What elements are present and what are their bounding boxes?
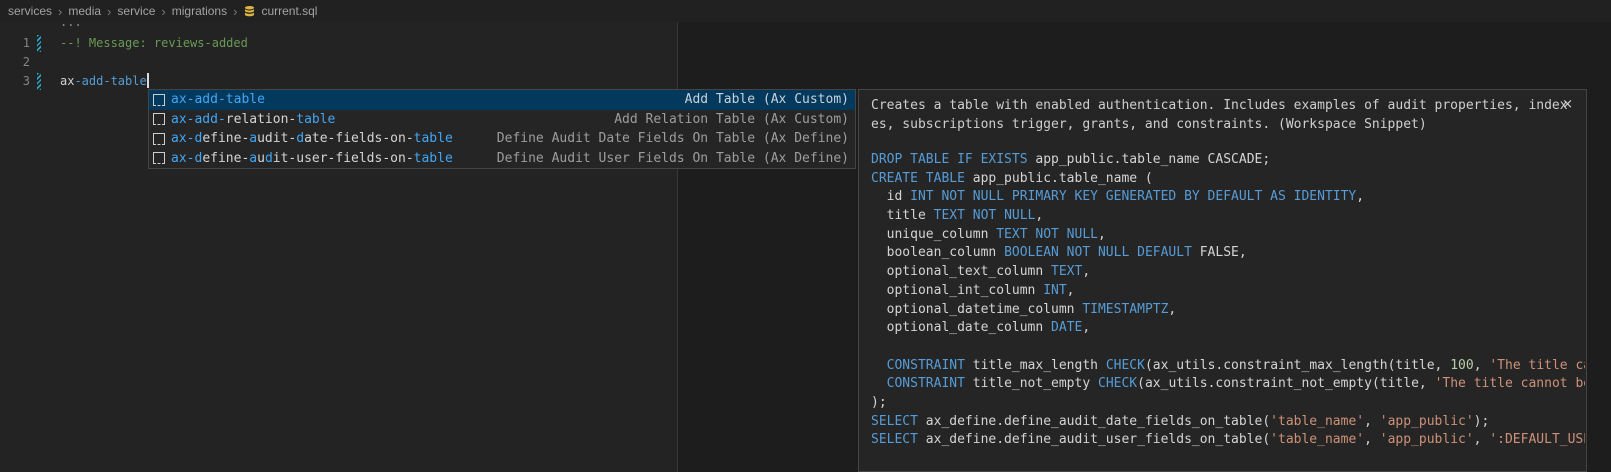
suggest-item-label: ax-add-table <box>171 92 265 107</box>
database-icon <box>243 5 256 18</box>
snippet-icon <box>153 152 165 164</box>
breadcrumb-item[interactable]: service <box>117 4 155 18</box>
code-line: optional_int_column INT, <box>871 282 1585 301</box>
code-line: CONSTRAINT title_not_empty CHECK(ax_util… <box>871 375 1585 394</box>
code-line: DROP TABLE IF EXISTS app_public.table_na… <box>871 151 1585 170</box>
code-line: optional_date_column DATE, <box>871 319 1585 338</box>
breadcrumb-file[interactable]: current.sql <box>243 4 317 18</box>
line-content: ax-add-table <box>60 72 149 91</box>
snippet-description: Creates a table with enabled authenticat… <box>871 97 1571 134</box>
editor-line[interactable]: 1 --! Message: reviews-added <box>0 34 670 53</box>
chevron-right-icon: › <box>233 5 237 18</box>
suggest-item-detail: Define Audit User Fields On Table (Ax De… <box>497 151 849 166</box>
breadcrumb-item[interactable]: services <box>8 4 52 18</box>
editor-line[interactable]: 2 <box>0 53 670 72</box>
suggest-item[interactable]: ax-define-audit-user-fields-on-table Defi… <box>149 149 855 169</box>
snippet-icon <box>153 133 165 145</box>
suggest-item-detail: Add Relation Table (Ax Custom) <box>614 112 849 127</box>
breadcrumb-item[interactable]: media <box>68 4 101 18</box>
snippet-icon <box>153 113 165 125</box>
suggest-item-detail: Define Audit Date Fields On Table (Ax De… <box>497 131 849 146</box>
suggest-item-label: ax-add-relation-table <box>171 112 335 127</box>
modified-gutter-indicator <box>37 73 41 90</box>
vscode-editor-window: services › media › service › migrations › curren… <box>0 0 1611 472</box>
close-icon[interactable]: × <box>1562 98 1573 111</box>
breadcrumb: services › media › service › migrations › curren… <box>0 0 1611 22</box>
line-number: 3 <box>0 72 30 91</box>
chevron-right-icon: › <box>107 5 111 18</box>
code-line: id INT NOT NULL PRIMARY KEY GENERATED BY… <box>871 188 1585 207</box>
code-line: optional_text_column TEXT, <box>871 263 1585 282</box>
code-line: SELECT ax_define.define_audit_date_field… <box>871 413 1585 432</box>
breadcrumb-item[interactable]: migrations <box>172 4 227 18</box>
suggest-item[interactable]: ax-add-relation-table Add Relation Table … <box>149 110 855 130</box>
suggest-item-detail: Add Table (Ax Custom) <box>685 92 849 107</box>
code-line: unique_column TEXT NOT NULL, <box>871 226 1585 245</box>
code-line: boolean_column BOOLEAN NOT NULL DEFAULT … <box>871 244 1585 263</box>
snippet-code-preview: DROP TABLE IF EXISTS app_public.table_na… <box>871 151 1585 450</box>
code-line: optional_datetime_column TIMESTAMPTZ, <box>871 301 1585 320</box>
line-content: --! Message: reviews-added <box>60 34 248 53</box>
code-line <box>871 338 1585 357</box>
snippet-icon <box>153 94 165 106</box>
modified-gutter-indicator <box>37 35 41 52</box>
suggest-item-label: ax-define-audit-user-fields-on-table <box>171 151 453 166</box>
suggest-item[interactable]: ax-add-table Add Table (Ax Custom) <box>149 90 855 110</box>
line-number: 1 <box>0 34 30 53</box>
code-line: CONSTRAINT title_max_length CHECK(ax_uti… <box>871 357 1585 376</box>
breadcrumb-file-name: current.sql <box>261 4 317 18</box>
code-line: SELECT ax_define.define_audit_user_field… <box>871 431 1585 450</box>
code-line: title TEXT NOT NULL, <box>871 207 1585 226</box>
suggest-item-label: ax-define-audit-date-fields-on-table <box>171 131 453 146</box>
suggest-widget: ax-add-tableAdd Table (Ax Custom)ax-add-… <box>148 89 856 169</box>
code-line: ); <box>871 394 1585 413</box>
line-number: 2 <box>0 53 30 72</box>
chevron-right-icon: › <box>58 5 62 18</box>
suggest-docs-panel: Creates a table with enabled authenticat… <box>858 89 1587 472</box>
text-cursor <box>147 73 149 88</box>
chevron-right-icon: › <box>161 5 165 18</box>
code-line: CREATE TABLE app_public.table_name ( <box>871 170 1585 189</box>
suggest-item[interactable]: ax-define-audit-date-fields-on-table Defi… <box>149 129 855 149</box>
